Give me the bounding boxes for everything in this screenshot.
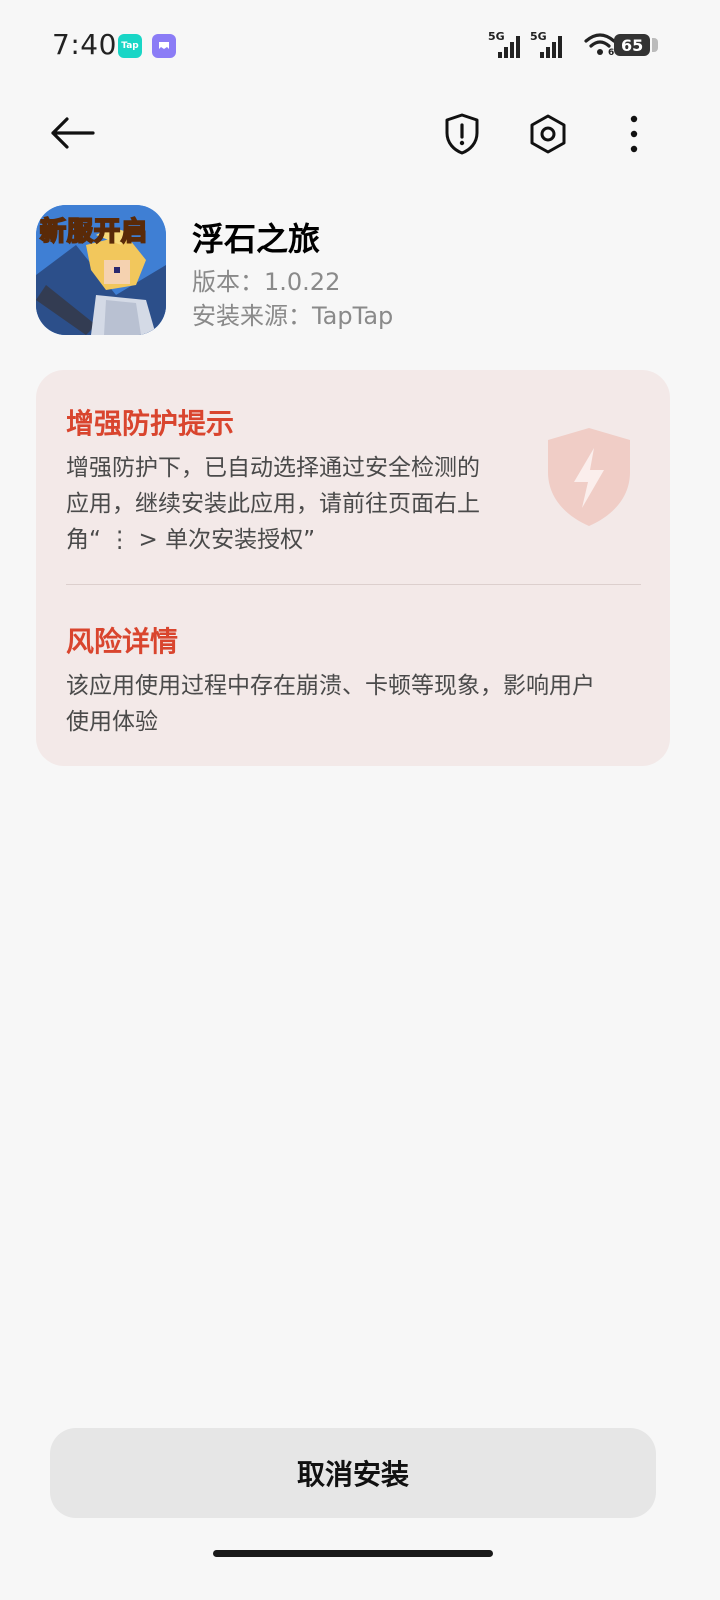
app-name: 浮石之旅 bbox=[192, 220, 321, 258]
protection-text-line: 应用，继续安装此应用，请前往页面右上 bbox=[66, 491, 480, 517]
protection-title: 增强防护提示 bbox=[66, 407, 235, 440]
risk-text-line: 该应用使用过程中存在崩溃、卡顿等现象，影响用户 bbox=[66, 673, 595, 699]
battery-indicator: 65 bbox=[614, 34, 650, 56]
arrow-left-icon bbox=[51, 117, 95, 149]
app-version: 版本：1.0.22 bbox=[192, 268, 341, 296]
app-icon: 新服开启 bbox=[36, 205, 166, 335]
protection-text: 增强防护下，已自动选择通过安全检测的 应用，继续安装此应用，请前往页面右上 角“… bbox=[66, 450, 480, 558]
back-button[interactable] bbox=[44, 108, 100, 158]
home-indicator[interactable] bbox=[213, 1550, 493, 1557]
more-options-button[interactable] bbox=[614, 110, 654, 158]
app-notification-icon bbox=[152, 34, 176, 58]
status-time: 7:40 bbox=[52, 28, 117, 61]
protection-text-line: 角“ ⋮ > 单次安装授权” bbox=[66, 527, 316, 553]
card-divider bbox=[66, 584, 641, 585]
install-source: 安装来源：TapTap bbox=[192, 302, 394, 330]
battery-tip bbox=[652, 38, 658, 52]
taptap-notification-icon: Tap bbox=[118, 34, 142, 58]
status-bar: 7:40 Tap 5G 5G 6 65 bbox=[0, 0, 720, 92]
app-icon-badge: 新服开启 bbox=[39, 216, 149, 248]
settings-button[interactable] bbox=[524, 110, 572, 158]
risk-title: 风险详情 bbox=[66, 625, 179, 658]
install-blocked-screen: 7:40 Tap 5G 5G 6 65 新服开启 浮石之旅 版本：1.0.22 … bbox=[0, 0, 720, 1600]
risk-text-line: 使用体验 bbox=[66, 709, 158, 735]
protection-text-line: 增强防护下，已自动选择通过安全检测的 bbox=[66, 455, 480, 481]
cancel-install-button[interactable]: 取消安装 bbox=[50, 1428, 656, 1518]
risk-text: 该应用使用过程中存在崩溃、卡顿等现象，影响用户 使用体验 bbox=[66, 668, 595, 740]
security-button[interactable] bbox=[438, 110, 486, 158]
shield-lightning-icon bbox=[548, 428, 630, 526]
risk-warning-card: 增强防护提示 增强防护下，已自动选择通过安全检测的 应用，继续安装此应用，请前往… bbox=[36, 370, 670, 766]
settings-hexagon-icon bbox=[530, 114, 566, 154]
more-vertical-icon bbox=[630, 115, 638, 153]
shield-exclamation-icon bbox=[445, 113, 479, 155]
wifi-icon: 6 bbox=[584, 32, 616, 62]
